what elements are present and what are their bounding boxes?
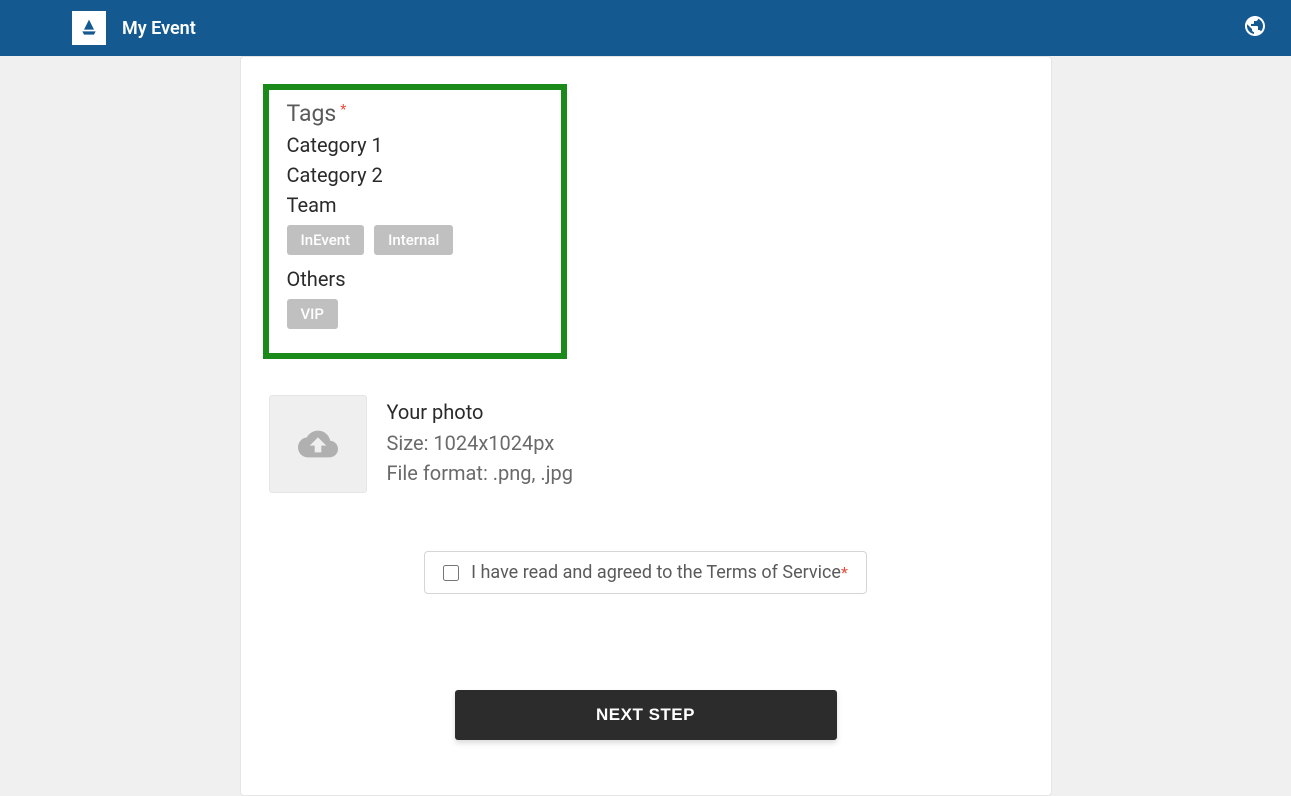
app-header: My Event	[0, 0, 1291, 56]
app-logo[interactable]	[72, 11, 106, 45]
tags-section: Tags * Category 1 Category 2 Team InEven…	[263, 84, 567, 359]
upload-info: Your photo Size: 1024x1024px File format…	[387, 400, 573, 488]
terms-label: I have read and agreed to the Terms of S…	[471, 562, 848, 583]
tag-category-label: Others	[287, 267, 543, 291]
language-button[interactable]	[1243, 14, 1267, 42]
terms-row: I have read and agreed to the Terms of S…	[269, 551, 1023, 594]
form-card: Tags * Category 1 Category 2 Team InEven…	[240, 56, 1052, 796]
tag-category-label: Team	[287, 193, 543, 217]
upload-size: Size: 1024x1024px	[387, 428, 573, 458]
tag-chip-inevent[interactable]: InEvent	[287, 225, 365, 255]
button-row: NEXT STEP	[269, 690, 1023, 740]
upload-format: File format: .png, .jpg	[387, 458, 573, 488]
photo-upload-button[interactable]	[269, 395, 367, 493]
tag-row: InEvent Internal	[287, 225, 543, 255]
tag-chip-internal[interactable]: Internal	[374, 225, 453, 255]
tag-chip-vip[interactable]: VIP	[287, 299, 339, 329]
required-indicator: *	[340, 102, 346, 118]
sailboat-icon	[79, 18, 99, 38]
header-title: My Event	[122, 18, 196, 39]
globe-icon	[1243, 14, 1267, 38]
cloud-upload-icon	[295, 424, 341, 464]
terms-of-service-box[interactable]: I have read and agreed to the Terms of S…	[424, 551, 867, 594]
terms-text: I have read and agreed to the Terms of S…	[471, 562, 841, 583]
header-left: My Event	[72, 11, 196, 45]
next-step-button[interactable]: NEXT STEP	[455, 690, 837, 740]
terms-checkbox[interactable]	[443, 565, 459, 581]
page-container: Tags * Category 1 Category 2 Team InEven…	[0, 56, 1291, 796]
required-indicator: *	[841, 563, 848, 582]
tag-category-label: Category 2	[287, 163, 543, 187]
tag-row: VIP	[287, 299, 543, 329]
tags-label: Tags	[287, 100, 337, 127]
tags-label-row: Tags *	[287, 100, 543, 127]
upload-title: Your photo	[387, 400, 573, 424]
tag-category-label: Category 1	[287, 133, 543, 157]
photo-upload-section: Your photo Size: 1024x1024px File format…	[269, 395, 1023, 493]
